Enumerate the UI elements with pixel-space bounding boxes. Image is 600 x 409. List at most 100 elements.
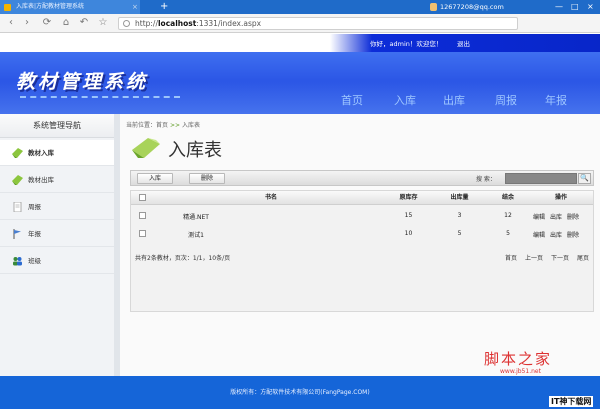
top-strip [0, 34, 600, 52]
home-icon[interactable]: ⌂ [59, 16, 73, 30]
add-button[interactable]: 入库 [137, 173, 173, 184]
new-tab-button[interactable]: + [160, 0, 168, 14]
nav-stock-out[interactable]: 出库 [443, 92, 465, 108]
table-row: 精通.NET 15 3 12 编辑 出库 删除 [131, 209, 593, 225]
sidebar: 系统管理导航 教材入库 教材出库 周报 年报 班级 [0, 114, 120, 376]
header-out: 出库量 [450, 194, 469, 201]
app-logo: 教材管理系统 [16, 71, 149, 93]
page-title: 入库表 [168, 140, 222, 161]
arrow-icon [12, 175, 23, 185]
stock-table: 书名 原库存 出库量 结余 操作 精通.NET 15 3 12 编辑 出库 删除… [130, 190, 594, 312]
pager-next[interactable]: 下一页 [551, 253, 569, 262]
stock-out-link[interactable]: 出库 [550, 212, 562, 221]
document-icon [13, 202, 22, 212]
forward-icon[interactable]: › [20, 16, 34, 30]
pager-prev[interactable]: 上一页 [525, 253, 543, 262]
breadcrumb-current: 入库表 [181, 122, 200, 129]
edit-link[interactable]: 编辑 [533, 212, 545, 221]
reload-icon[interactable]: ⟳ [40, 16, 54, 30]
favicon-icon [4, 4, 11, 11]
table-header: 书名 原库存 出库量 结余 操作 [131, 191, 593, 205]
delete-link[interactable]: 删除 [567, 212, 579, 221]
delete-link[interactable]: 删除 [567, 230, 579, 239]
header-actions: 操作 [554, 194, 567, 201]
back-icon[interactable]: ‹ [4, 16, 18, 30]
cell-balance: 5 [506, 230, 510, 237]
star-icon[interactable]: ☆ [96, 16, 110, 30]
cell-balance: 12 [504, 212, 512, 219]
tab-close-icon[interactable]: × [132, 0, 138, 14]
search-input[interactable] [505, 173, 577, 184]
sidebar-item-yearly[interactable]: 年报 [0, 221, 114, 247]
people-icon [13, 257, 22, 266]
row-checkbox[interactable] [139, 212, 146, 219]
table-row: 测试1 10 5 5 编辑 出库 删除 [131, 227, 593, 243]
cell-stock: 15 [404, 212, 413, 219]
logout-link[interactable]: 退出 [457, 38, 470, 48]
close-window-button[interactable]: × [587, 0, 594, 14]
minimize-button[interactable]: — [555, 0, 563, 14]
watermark-url: www.jb51.net [500, 368, 541, 375]
logo-swash [20, 96, 180, 100]
browser-tabbar: 入库表|方配教材管理系统 × + 12677208@qq.com — □ × [0, 0, 600, 14]
pager-summary: 共有2条教材，页次：1/1，10条/页 [135, 255, 231, 262]
maximize-button[interactable]: □ [571, 0, 579, 14]
address-host: localhost [157, 19, 197, 28]
edit-link[interactable]: 编辑 [533, 230, 545, 239]
main-content: 当前位置：首页 >> 入库表 入库表 入库 删除 搜 索： 🔍 书名 原库存 出… [120, 114, 600, 376]
cell-out: 5 [457, 230, 462, 237]
breadcrumb: 当前位置：首页 >> 入库表 [126, 120, 200, 129]
arrow-icon [12, 148, 23, 158]
flag-icon [13, 229, 21, 239]
sidebar-item-stock-in[interactable]: 教材入库 [0, 140, 114, 166]
sidebar-item-weekly[interactable]: 周报 [0, 194, 114, 220]
sidebar-item-label: 年报 [28, 230, 41, 238]
nav-stock-in[interactable]: 入库 [394, 92, 416, 108]
header-name: 书名 [264, 194, 277, 201]
cell-stock: 10 [404, 230, 413, 237]
corner-logo: IT神下载网 [549, 396, 594, 407]
select-all-checkbox[interactable] [139, 194, 146, 201]
search-label: 搜 索： [476, 176, 496, 183]
sidebar-item-label: 班级 [28, 257, 41, 265]
footer-copyright: 版权所有：方配软件技术有限公司(FangPage.COM) [230, 389, 370, 396]
address-bar[interactable]: http://localhost:1331/index.aspx [118, 17, 518, 30]
breadcrumb-prefix: 当前位置： [126, 122, 157, 129]
tab-title: 入库表|方配教材管理系统 [16, 3, 85, 10]
nav-home[interactable]: 首页 [341, 92, 363, 108]
breadcrumb-separator: >> [169, 122, 181, 129]
search-icon[interactable]: 🔍 [578, 173, 591, 184]
footer: 版权所有：方配软件技术有限公司(FangPage.COM) [0, 376, 600, 409]
watermark-title: 脚本之家 [484, 350, 553, 368]
sidebar-item-label: 周报 [28, 203, 41, 211]
header-stock: 原库存 [399, 194, 418, 201]
browser-user[interactable]: 12677208@qq.com [440, 0, 504, 14]
address-path: :1331/index.aspx [196, 19, 262, 28]
address-prefix: http:// [135, 19, 158, 28]
cell-out: 3 [457, 212, 462, 219]
pager-first[interactable]: 首页 [505, 253, 517, 262]
pager-last[interactable]: 尾页 [577, 253, 589, 262]
sidebar-item-label: 教材出库 [28, 176, 54, 184]
sidebar-item-class[interactable]: 班级 [0, 248, 114, 274]
toolbar: 入库 删除 搜 索： 🔍 [130, 170, 594, 186]
sidebar-item-stock-out[interactable]: 教材出库 [0, 167, 114, 193]
header-balance: 结余 [501, 194, 514, 201]
greeting-text: 你好，admin！欢迎您！ [370, 40, 443, 48]
nav-weekly[interactable]: 周报 [495, 92, 517, 108]
stock-out-link[interactable]: 出库 [550, 230, 562, 239]
undo-icon[interactable]: ↶ [77, 16, 91, 30]
sidebar-title: 系统管理导航 [0, 114, 114, 138]
nav-yearly[interactable]: 年报 [545, 92, 567, 108]
user-icon [430, 3, 437, 11]
row-checkbox[interactable] [139, 230, 146, 237]
app-header: 教材管理系统 首页 入库 出库 周报 年报 [0, 52, 600, 114]
delete-button[interactable]: 删除 [189, 173, 225, 184]
arrow-icon [132, 138, 160, 158]
cell-name: 精通.NET [183, 214, 209, 221]
sidebar-item-label: 教材入库 [28, 149, 54, 157]
browser-tab[interactable]: 入库表|方配教材管理系统 × [0, 0, 140, 14]
cell-name: 测试1 [188, 232, 204, 239]
breadcrumb-home[interactable]: 首页 [156, 122, 168, 129]
browser-navbar: ‹ › ⟳ ⌂ ↶ ☆ http://localhost:1331/index.… [0, 14, 600, 33]
